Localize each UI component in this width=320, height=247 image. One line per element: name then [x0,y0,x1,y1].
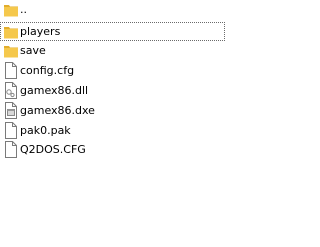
folder-icon [4,27,18,39]
executable-file-icon [5,102,17,119]
file-row-gamex86-dll[interactable]: gamex86.dll [0,81,229,100]
file-row-pak0-pak[interactable]: pak0.pak [0,121,229,140]
file-name: players [20,25,61,38]
document-icon [5,141,17,158]
file-row-players[interactable]: players [0,22,225,41]
file-name: Q2DOS.CFG [20,143,86,156]
file-name: gamex86.dxe [20,104,95,117]
file-row-config-cfg[interactable]: config.cfg [0,61,229,80]
folder-icon [4,5,18,17]
document-icon [5,62,17,79]
file-row-q2dos-cfg[interactable]: Q2DOS.CFG [0,140,229,159]
folder-icon [4,46,18,58]
file-name: gamex86.dll [20,84,89,97]
file-row-parent-dir[interactable]: .. [0,0,229,19]
file-row-save[interactable]: save [0,41,229,60]
file-name: .. [20,3,27,16]
file-name: config.cfg [20,64,75,77]
file-name: pak0.pak [20,124,71,137]
file-list: .. players save config.cfg gamex86.dll g… [0,0,229,247]
file-row-gamex86-dxe[interactable]: gamex86.dxe [0,101,229,120]
file-name: save [20,44,46,57]
document-icon [5,122,17,139]
dll-file-icon [5,82,17,99]
